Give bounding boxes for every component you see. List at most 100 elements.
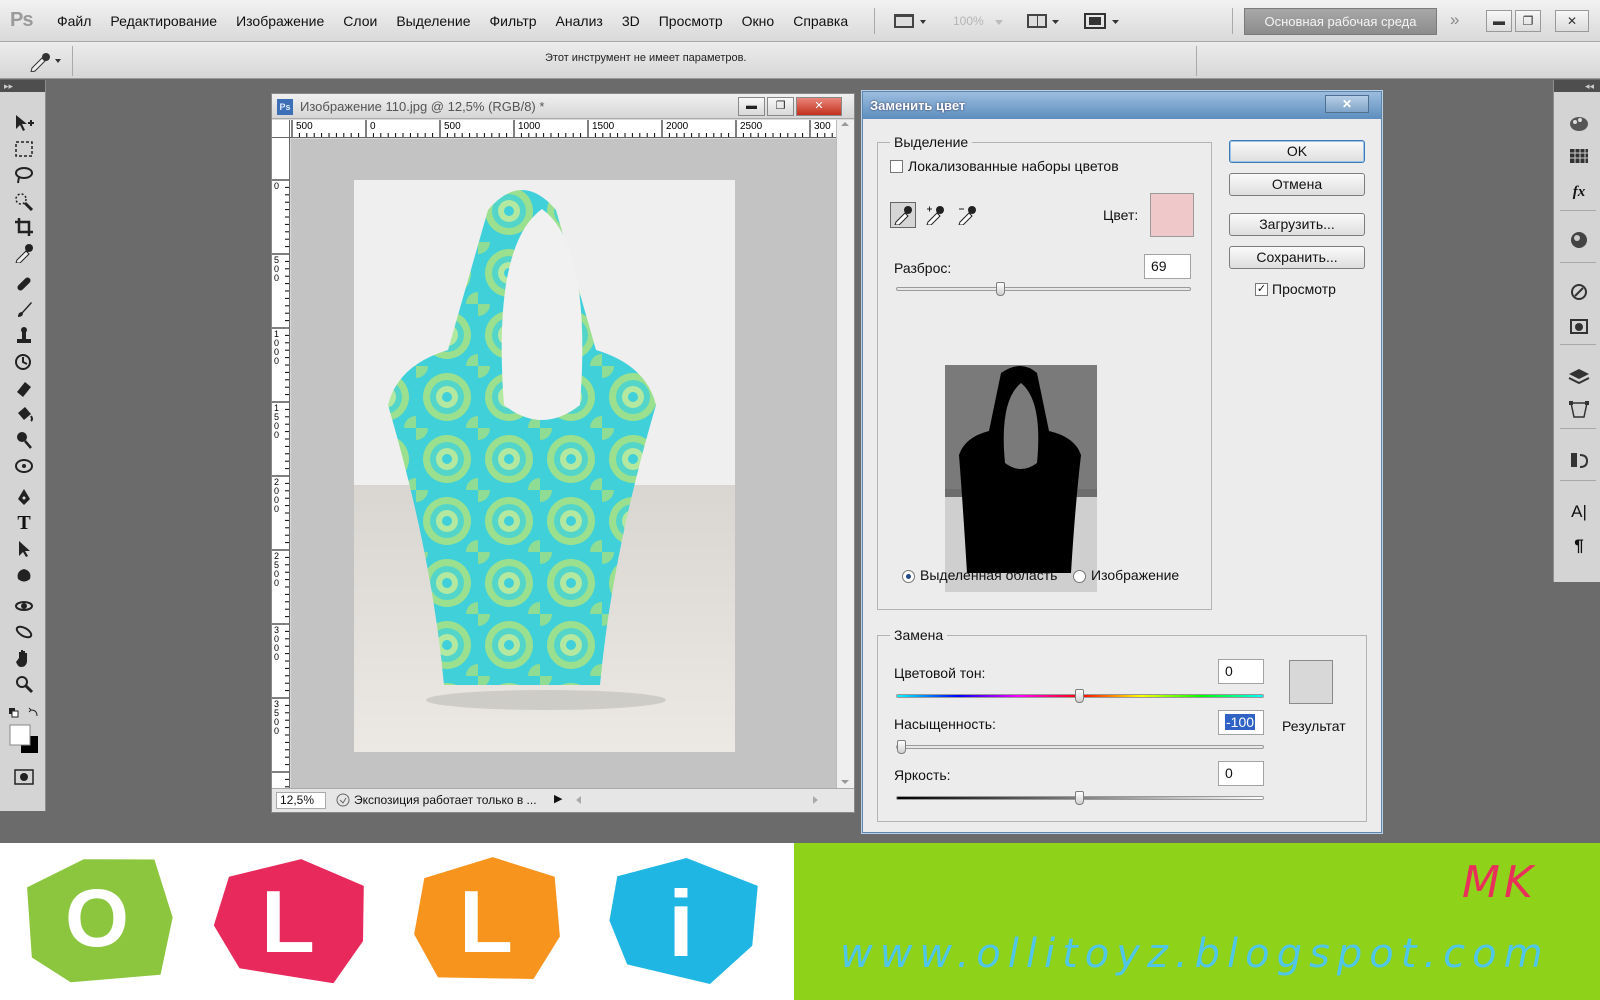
custom-shape-tool-icon[interactable] — [12, 564, 36, 586]
blur-tool-icon[interactable] — [12, 455, 36, 477]
eyedropper-tool-icon[interactable] — [12, 242, 36, 264]
path-selection-tool-icon[interactable] — [12, 538, 36, 560]
adjustments-icon[interactable] — [1568, 230, 1590, 250]
zoom-tool-icon[interactable] — [12, 673, 36, 695]
hue-input[interactable]: 0 — [1218, 659, 1264, 684]
menu-file[interactable]: Файл — [57, 13, 91, 29]
zoom-level-select[interactable]: 100% — [953, 14, 984, 28]
hand-tool-icon[interactable] — [12, 647, 36, 669]
cancel-button[interactable]: Отмена — [1229, 173, 1365, 196]
radio-image[interactable] — [1073, 570, 1086, 583]
eyedropper-plus-icon[interactable] — [922, 202, 948, 228]
styles-fx-icon[interactable]: fx — [1568, 182, 1590, 202]
vertical-ruler[interactable]: 0 500 1000 1500 2000 2500 3000 3500 — [272, 138, 290, 788]
eraser-tool-icon[interactable] — [12, 377, 36, 399]
3d-rotate-tool-icon[interactable] — [12, 595, 36, 617]
blog-url[interactable]: www.ollitoyz.blogspot.com — [840, 931, 1550, 977]
preview-checkbox[interactable]: ✓ — [1255, 283, 1268, 296]
saturation-slider-thumb[interactable] — [897, 740, 906, 754]
hue-slider-thumb[interactable] — [1075, 689, 1084, 703]
menu-layer[interactable]: Слои — [343, 13, 377, 29]
quick-mask-icon[interactable] — [12, 766, 36, 788]
status-menu-arrow-icon[interactable]: ▶ — [554, 792, 562, 805]
saturation-slider[interactable] — [896, 740, 1264, 754]
fuzziness-slider[interactable] — [896, 282, 1191, 296]
history-brush-tool-icon[interactable] — [12, 351, 36, 373]
history-icon[interactable] — [1568, 450, 1590, 470]
status-info-icon[interactable] — [336, 793, 350, 807]
workspace-switcher[interactable]: Основная рабочая среда — [1244, 8, 1437, 35]
marquee-tool-icon[interactable] — [12, 138, 36, 160]
document-titlebar[interactable]: Ps Изображение 110.jpg @ 12,5% (RGB/8) *… — [272, 94, 854, 119]
pen-tool-icon[interactable] — [12, 486, 36, 508]
menu-help[interactable]: Справка — [793, 13, 848, 29]
saturation-input[interactable]: -100 — [1218, 710, 1264, 735]
hue-slider[interactable] — [896, 689, 1264, 703]
localized-color-clusters-checkbox[interactable] — [890, 160, 903, 173]
horizontal-scrollbar[interactable] — [572, 793, 822, 807]
menu-image[interactable]: Изображение — [236, 13, 324, 29]
lightness-slider-thumb[interactable] — [1075, 791, 1084, 805]
chevron-down-icon[interactable] — [994, 12, 1004, 30]
eyedropper-minus-icon[interactable] — [954, 202, 980, 228]
character-icon[interactable]: A| — [1568, 502, 1590, 522]
fuzziness-slider-thumb[interactable] — [996, 282, 1006, 296]
menu-filter[interactable]: Фильтр — [490, 13, 537, 29]
layers-icon[interactable] — [1568, 366, 1590, 386]
result-color-swatch[interactable] — [1289, 660, 1333, 704]
clone-stamp-tool-icon[interactable] — [12, 325, 36, 347]
minimize-icon[interactable]: ▬ — [738, 97, 765, 116]
quick-selection-tool-icon[interactable] — [12, 190, 36, 212]
menu-view[interactable]: Просмотр — [659, 13, 723, 29]
swatches-icon[interactable] — [1568, 146, 1590, 166]
3d-orbit-tool-icon[interactable] — [12, 621, 36, 643]
paths-icon[interactable] — [1568, 400, 1590, 420]
radio-selection[interactable] — [902, 570, 915, 583]
panel-collapse-icon[interactable]: ▸▸ — [0, 80, 45, 92]
close-icon[interactable]: ✕ — [796, 97, 842, 116]
menu-window[interactable]: Окно — [742, 13, 775, 29]
lightness-input[interactable]: 0 — [1218, 761, 1264, 786]
foreground-background-colors[interactable] — [6, 722, 42, 756]
dialog-titlebar[interactable]: Заменить цвет ✕ — [863, 92, 1381, 119]
close-icon[interactable]: ✕ — [1325, 95, 1369, 113]
ruler-origin[interactable] — [272, 120, 290, 138]
panel-expand-icon[interactable]: ◂◂ — [1554, 80, 1600, 92]
color-palette-icon[interactable] — [1568, 114, 1590, 134]
paint-bucket-tool-icon[interactable] — [12, 403, 36, 425]
minimize-icon[interactable]: ▬ — [1486, 10, 1512, 32]
save-button[interactable]: Сохранить... — [1229, 246, 1365, 269]
lasso-tool-icon[interactable] — [12, 164, 36, 186]
load-button[interactable]: Загрузить... — [1229, 213, 1365, 236]
selection-mask-preview[interactable] — [945, 365, 1097, 592]
screen-mode-full-icon[interactable] — [1083, 12, 1123, 30]
menu-analysis[interactable]: Анализ — [556, 13, 603, 29]
fuzziness-input[interactable]: 69 — [1144, 254, 1191, 279]
paragraph-icon[interactable]: ¶ — [1568, 536, 1590, 556]
selection-color-swatch[interactable] — [1150, 193, 1194, 237]
more-workspaces-icon[interactable]: » — [1450, 10, 1459, 30]
healing-brush-tool-icon[interactable] — [12, 273, 36, 295]
menu-edit[interactable]: Редактирование — [110, 13, 217, 29]
crop-tool-icon[interactable] — [12, 216, 36, 238]
vertical-scrollbar[interactable] — [836, 120, 854, 788]
brush-tool-icon[interactable] — [12, 299, 36, 321]
default-colors-icon[interactable] — [6, 702, 42, 724]
restore-icon[interactable]: ❐ — [1515, 10, 1541, 32]
camera-icon[interactable] — [1568, 316, 1590, 336]
restore-icon[interactable]: ❐ — [767, 97, 794, 116]
type-tool-icon[interactable]: T — [12, 512, 36, 534]
horizontal-ruler[interactable]: 500 0 500 1000 1500 2000 2500 300 — [290, 120, 836, 138]
ok-button[interactable]: OK — [1229, 140, 1365, 163]
eyedropper-icon[interactable] — [890, 202, 916, 228]
move-tool-icon[interactable] — [12, 112, 36, 134]
lightness-slider[interactable] — [896, 791, 1264, 805]
arrange-documents-icon[interactable] — [1026, 12, 1062, 30]
screen-mode-icon[interactable] — [893, 12, 929, 30]
eyedropper-tool-preset-icon[interactable] — [22, 50, 66, 72]
masks-icon[interactable] — [1568, 282, 1590, 302]
close-icon[interactable]: ✕ — [1555, 10, 1589, 32]
zoom-field[interactable]: 12,5% — [276, 792, 326, 809]
menu-select[interactable]: Выделение — [396, 13, 470, 29]
dodge-tool-icon[interactable] — [12, 429, 36, 451]
